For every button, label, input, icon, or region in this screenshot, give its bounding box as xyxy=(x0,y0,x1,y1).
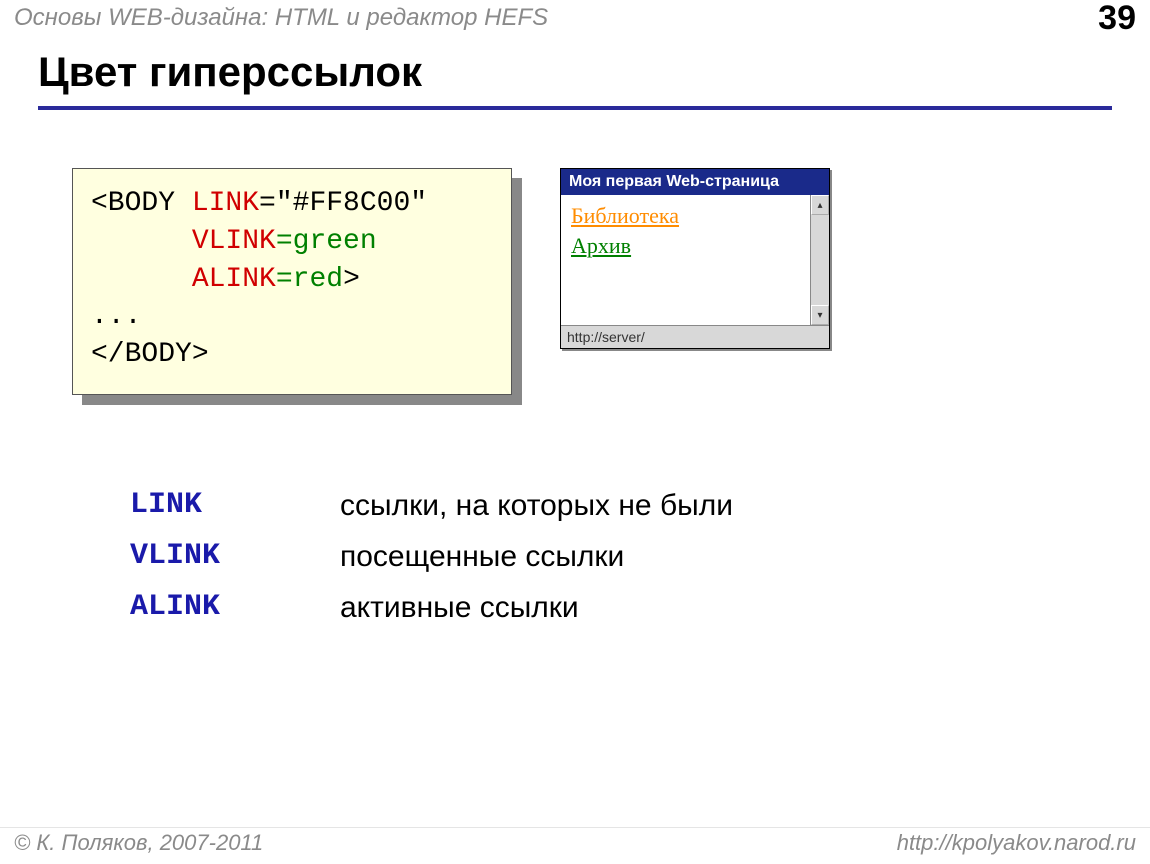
code-text: =green xyxy=(276,226,394,257)
code-attr-vlink: VLINK xyxy=(192,226,276,257)
browser-statusbar: http://server/ xyxy=(561,325,829,348)
def-desc: посещенные ссылки xyxy=(340,531,624,582)
code-example: <BODY LINK="#FF8C00" VLINK=green ALINK=r… xyxy=(72,168,512,395)
footer-url: http://kpolyakov.narod.ru xyxy=(897,830,1136,856)
browser-preview: Моя первая Web-страница Библиотека Архив… xyxy=(560,168,830,349)
def-row: LINK ссылки, на которых не были xyxy=(130,480,733,531)
code-close: </BODY> xyxy=(91,339,209,370)
code-dots: ... xyxy=(91,301,141,332)
def-desc: активные ссылки xyxy=(340,582,579,633)
browser-titlebar: Моя первая Web-страница xyxy=(561,169,829,195)
preview-link-visited[interactable]: Архив xyxy=(571,233,631,258)
def-term-link: LINK xyxy=(130,480,340,531)
slide: Основы WEB-дизайна: HTML и редактор HEFS… xyxy=(0,0,1150,864)
code-text: > xyxy=(343,264,360,295)
def-row: ALINK активные ссылки xyxy=(130,582,733,633)
def-row: VLINK посещенные ссылки xyxy=(130,531,733,582)
browser-body: Библиотека Архив ▴ ▾ xyxy=(561,195,829,325)
code-block: <BODY LINK="#FF8C00" VLINK=green ALINK=r… xyxy=(72,168,512,395)
scroll-down-icon[interactable]: ▾ xyxy=(811,305,829,325)
page-number: 39 xyxy=(1098,0,1136,38)
footer-copyright: © К. Поляков, 2007-2011 xyxy=(14,830,263,856)
code-text: ="#FF8C00" xyxy=(259,188,427,219)
browser-content: Библиотека Архив xyxy=(561,195,810,325)
def-term-alink: ALINK xyxy=(130,582,340,633)
code-text: =red xyxy=(276,264,343,295)
slide-footer: © К. Поляков, 2007-2011 http://kpolyakov… xyxy=(0,827,1150,858)
scroll-track[interactable] xyxy=(811,215,829,305)
slide-title: Цвет гиперссылок xyxy=(38,48,1112,110)
preview-link-unvisited[interactable]: Библиотека xyxy=(571,203,679,228)
definitions: LINK ссылки, на которых не были VLINK по… xyxy=(130,480,733,633)
def-desc: ссылки, на которых не были xyxy=(340,480,733,531)
scroll-up-icon[interactable]: ▴ xyxy=(811,195,829,215)
code-text: <BODY xyxy=(91,188,192,219)
def-term-vlink: VLINK xyxy=(130,531,340,582)
code-attr-alink: ALINK xyxy=(192,264,276,295)
code-attr-link: LINK xyxy=(192,188,259,219)
scrollbar[interactable]: ▴ ▾ xyxy=(810,195,829,325)
slide-header: Основы WEB-дизайна: HTML и редактор HEFS… xyxy=(0,0,1150,36)
course-title: Основы WEB-дизайна: HTML и редактор HEFS xyxy=(14,4,548,32)
